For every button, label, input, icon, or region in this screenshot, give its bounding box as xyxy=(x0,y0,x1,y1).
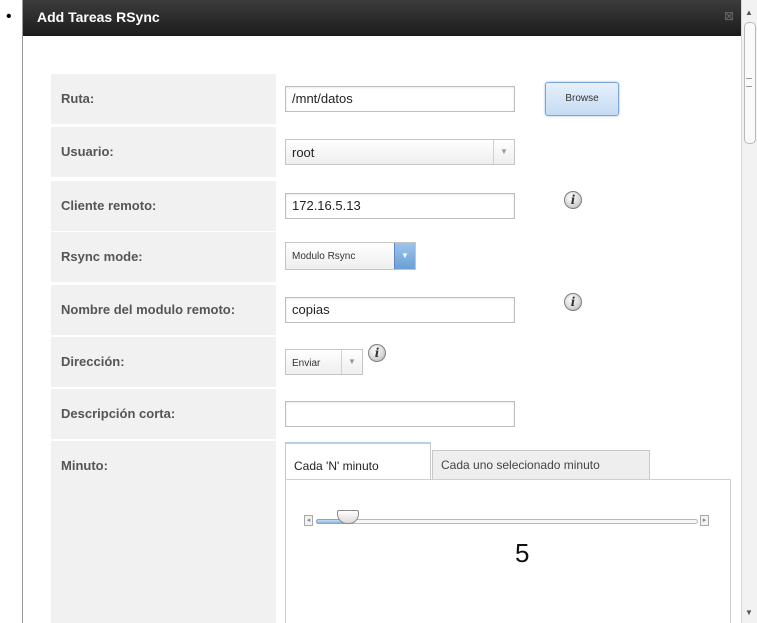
row-nombre-modulo: Nombre del modulo remoto: copias i xyxy=(51,285,731,335)
label-cell-nombre-modulo: Nombre del modulo remoto: xyxy=(51,285,276,335)
direccion-label: Dirección: xyxy=(61,354,125,369)
rsync-mode-label: Rsync mode: xyxy=(61,249,143,264)
chevron-down-icon[interactable]: ▼ xyxy=(493,140,514,164)
direccion-select[interactable]: Enviar ▼ xyxy=(285,349,363,375)
label-cell-minuto: Minuto: xyxy=(51,441,276,623)
info-icon[interactable]: i xyxy=(564,293,582,311)
tab-cada-n-minuto[interactable]: Cada 'N' minuto xyxy=(285,442,431,480)
info-icon[interactable]: i xyxy=(368,344,386,362)
rsync-mode-value: Modulo Rsync xyxy=(292,251,356,262)
rsync-task-dialog: Add Tareas RSync ⊠ Ruta: /mnt/datos Brow… xyxy=(22,0,757,623)
minute-tab-panel: ◂ ▸ 5 xyxy=(285,479,731,623)
label-cell-cliente-remoto: Cliente remoto: xyxy=(51,181,276,231)
label-cell-direccion: Dirección: xyxy=(51,337,276,387)
row-cliente-remoto: Cliente remoto: 172.16.5.13 i xyxy=(51,181,731,231)
scroll-up-icon[interactable]: ▲ xyxy=(745,8,753,17)
nombre-modulo-label: Nombre del modulo remoto: xyxy=(61,302,236,317)
label-cell-ruta: Ruta: xyxy=(51,74,276,124)
nombre-modulo-input[interactable]: copias xyxy=(285,297,515,323)
ruta-input[interactable]: /mnt/datos xyxy=(285,86,515,112)
browse-button[interactable]: Browse xyxy=(545,82,619,116)
minute-tabs: Cada 'N' minuto Cada uno selecionado min… xyxy=(285,440,731,480)
chevron-down-icon[interactable]: ▼ xyxy=(341,350,362,374)
label-cell-usuario: Usuario: xyxy=(51,127,276,177)
label-cell-rsync-mode: Rsync mode: xyxy=(51,232,276,282)
cliente-remoto-input[interactable]: 172.16.5.13 xyxy=(285,193,515,219)
slider-increment-icon[interactable]: ▸ xyxy=(700,515,709,526)
info-icon[interactable]: i xyxy=(564,191,582,209)
slider-decrement-icon[interactable]: ◂ xyxy=(304,515,313,526)
row-descripcion: Descripción corta: xyxy=(51,389,731,439)
dialog-scrollbar[interactable]: ▲ ▼ xyxy=(741,0,757,623)
descripcion-label: Descripción corta: xyxy=(61,406,176,421)
dialog-title: Add Tareas RSync xyxy=(37,9,160,25)
usuario-label: Usuario: xyxy=(61,144,114,159)
label-cell-descripcion: Descripción corta: xyxy=(51,389,276,439)
close-icon[interactable]: ⊠ xyxy=(724,9,734,23)
resize-grip-icon xyxy=(746,78,752,87)
descripcion-input[interactable] xyxy=(285,401,515,427)
row-rsync-mode: Rsync mode: Modulo Rsync ▼ xyxy=(51,232,731,282)
row-ruta: Ruta: /mnt/datos xyxy=(51,74,731,124)
dialog-titlebar[interactable]: Add Tareas RSync ⊠ xyxy=(23,0,757,36)
row-usuario: Usuario: root ▼ xyxy=(51,127,731,177)
slider-value: 5 xyxy=(515,538,530,568)
usuario-value: root xyxy=(292,145,315,160)
chevron-down-icon[interactable]: ▼ xyxy=(394,243,415,269)
minuto-label: Minuto: xyxy=(61,458,108,473)
usuario-select[interactable]: root ▼ xyxy=(285,139,515,165)
direccion-value: Enviar xyxy=(292,358,321,369)
ruta-label: Ruta: xyxy=(61,91,95,106)
cliente-remoto-label: Cliente remoto: xyxy=(61,198,157,213)
tab-cada-uno-selecionado[interactable]: Cada uno selecionado minuto xyxy=(432,450,650,480)
scroll-down-icon[interactable]: ▼ xyxy=(745,608,753,617)
rsync-mode-select[interactable]: Modulo Rsync ▼ xyxy=(285,242,416,270)
row-direccion: Dirección: Enviar ▼ i xyxy=(51,337,731,387)
slider-track[interactable] xyxy=(316,519,698,524)
list-bullet: • xyxy=(6,8,12,25)
